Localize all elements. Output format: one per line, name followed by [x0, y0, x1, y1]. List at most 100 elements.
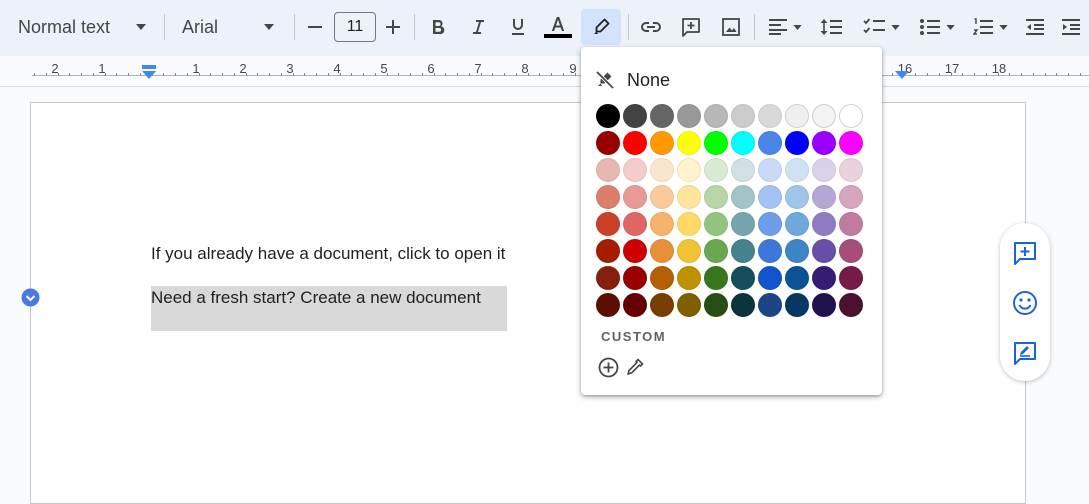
color-swatch[interactable] [623, 158, 647, 182]
color-swatch[interactable] [758, 185, 782, 209]
color-swatch[interactable] [839, 212, 863, 236]
color-swatch[interactable] [704, 266, 728, 290]
add-custom-color-icon[interactable] [598, 357, 619, 378]
color-swatch[interactable] [650, 239, 674, 263]
no-highlight-option[interactable]: None [595, 65, 670, 95]
italic-button[interactable] [464, 10, 492, 44]
color-swatch[interactable] [650, 104, 674, 128]
chevron-down-circle-icon[interactable] [21, 288, 40, 307]
increase-indent-button[interactable] [1056, 10, 1086, 44]
highlight-color-button[interactable] [581, 9, 621, 45]
decrease-font-size-button[interactable] [302, 10, 328, 44]
color-swatch[interactable] [596, 239, 620, 263]
color-swatch[interactable] [623, 212, 647, 236]
color-swatch[interactable] [731, 131, 755, 155]
add-comment-side-button[interactable] [1011, 239, 1039, 267]
color-swatch[interactable] [650, 185, 674, 209]
color-swatch[interactable] [650, 158, 674, 182]
paragraph-style-select[interactable]: Normal text [8, 10, 156, 44]
color-swatch[interactable] [650, 131, 674, 155]
color-swatch[interactable] [650, 293, 674, 317]
color-swatch[interactable] [704, 185, 728, 209]
color-swatch[interactable] [623, 131, 647, 155]
insert-image-button[interactable] [716, 10, 746, 44]
color-swatch[interactable] [758, 158, 782, 182]
color-swatch[interactable] [785, 212, 809, 236]
color-swatch[interactable] [785, 266, 809, 290]
color-swatch[interactable] [623, 104, 647, 128]
color-swatch[interactable] [677, 293, 701, 317]
color-swatch[interactable] [785, 158, 809, 182]
color-swatch[interactable] [839, 131, 863, 155]
color-swatch[interactable] [704, 293, 728, 317]
color-swatch[interactable] [596, 131, 620, 155]
color-swatch[interactable] [812, 212, 836, 236]
color-swatch[interactable] [677, 158, 701, 182]
color-swatch[interactable] [758, 239, 782, 263]
color-swatch[interactable] [839, 266, 863, 290]
line-spacing-button[interactable] [816, 10, 846, 44]
color-swatch[interactable] [704, 239, 728, 263]
color-swatch[interactable] [758, 212, 782, 236]
color-swatch[interactable] [812, 185, 836, 209]
color-swatch[interactable] [812, 104, 836, 128]
color-swatch[interactable] [731, 158, 755, 182]
color-swatch[interactable] [758, 131, 782, 155]
color-swatch[interactable] [758, 293, 782, 317]
color-swatch[interactable] [677, 266, 701, 290]
color-swatch[interactable] [785, 239, 809, 263]
color-swatch[interactable] [731, 239, 755, 263]
color-swatch[interactable] [677, 131, 701, 155]
color-swatch[interactable] [596, 212, 620, 236]
color-swatch[interactable] [812, 266, 836, 290]
color-swatch[interactable] [677, 212, 701, 236]
color-swatch[interactable] [596, 158, 620, 182]
eyedropper-icon[interactable] [624, 357, 645, 378]
color-swatch[interactable] [731, 185, 755, 209]
decrease-indent-button[interactable] [1020, 10, 1050, 44]
underline-button[interactable] [504, 10, 532, 44]
color-swatch[interactable] [758, 104, 782, 128]
color-swatch[interactable] [785, 131, 809, 155]
color-swatch[interactable] [596, 104, 620, 128]
color-swatch[interactable] [596, 293, 620, 317]
color-swatch[interactable] [623, 293, 647, 317]
color-swatch[interactable] [677, 239, 701, 263]
bulleted-list-menu-button[interactable] [914, 10, 960, 44]
color-swatch[interactable] [731, 266, 755, 290]
color-swatch[interactable] [623, 185, 647, 209]
color-swatch[interactable] [785, 104, 809, 128]
color-swatch[interactable] [623, 239, 647, 263]
color-swatch[interactable] [677, 104, 701, 128]
color-swatch[interactable] [758, 266, 782, 290]
add-comment-button[interactable] [676, 10, 706, 44]
color-swatch[interactable] [731, 293, 755, 317]
color-swatch[interactable] [785, 293, 809, 317]
color-swatch[interactable] [839, 185, 863, 209]
color-swatch[interactable] [731, 212, 755, 236]
right-indent-marker-icon[interactable] [894, 71, 910, 80]
color-swatch[interactable] [839, 239, 863, 263]
font-family-select[interactable]: Arial [172, 10, 284, 44]
text-color-button[interactable] [542, 10, 574, 44]
color-swatch[interactable] [812, 131, 836, 155]
add-emoji-reaction-button[interactable] [1011, 289, 1039, 317]
color-swatch[interactable] [650, 266, 674, 290]
checklist-menu-button[interactable] [856, 10, 906, 44]
color-swatch[interactable] [812, 293, 836, 317]
font-size-input[interactable]: 11 [334, 12, 376, 42]
align-menu-button[interactable] [762, 10, 808, 44]
color-swatch[interactable] [704, 212, 728, 236]
numbered-list-menu-button[interactable] [966, 10, 1014, 44]
bold-button[interactable] [424, 10, 452, 44]
color-swatch[interactable] [812, 158, 836, 182]
color-swatch[interactable] [704, 104, 728, 128]
suggest-edits-button[interactable] [1011, 339, 1039, 367]
insert-link-button[interactable] [636, 10, 666, 44]
color-swatch[interactable] [704, 158, 728, 182]
color-swatch[interactable] [677, 185, 701, 209]
color-swatch[interactable] [596, 185, 620, 209]
color-swatch[interactable] [596, 266, 620, 290]
color-swatch[interactable] [839, 158, 863, 182]
color-swatch[interactable] [731, 104, 755, 128]
